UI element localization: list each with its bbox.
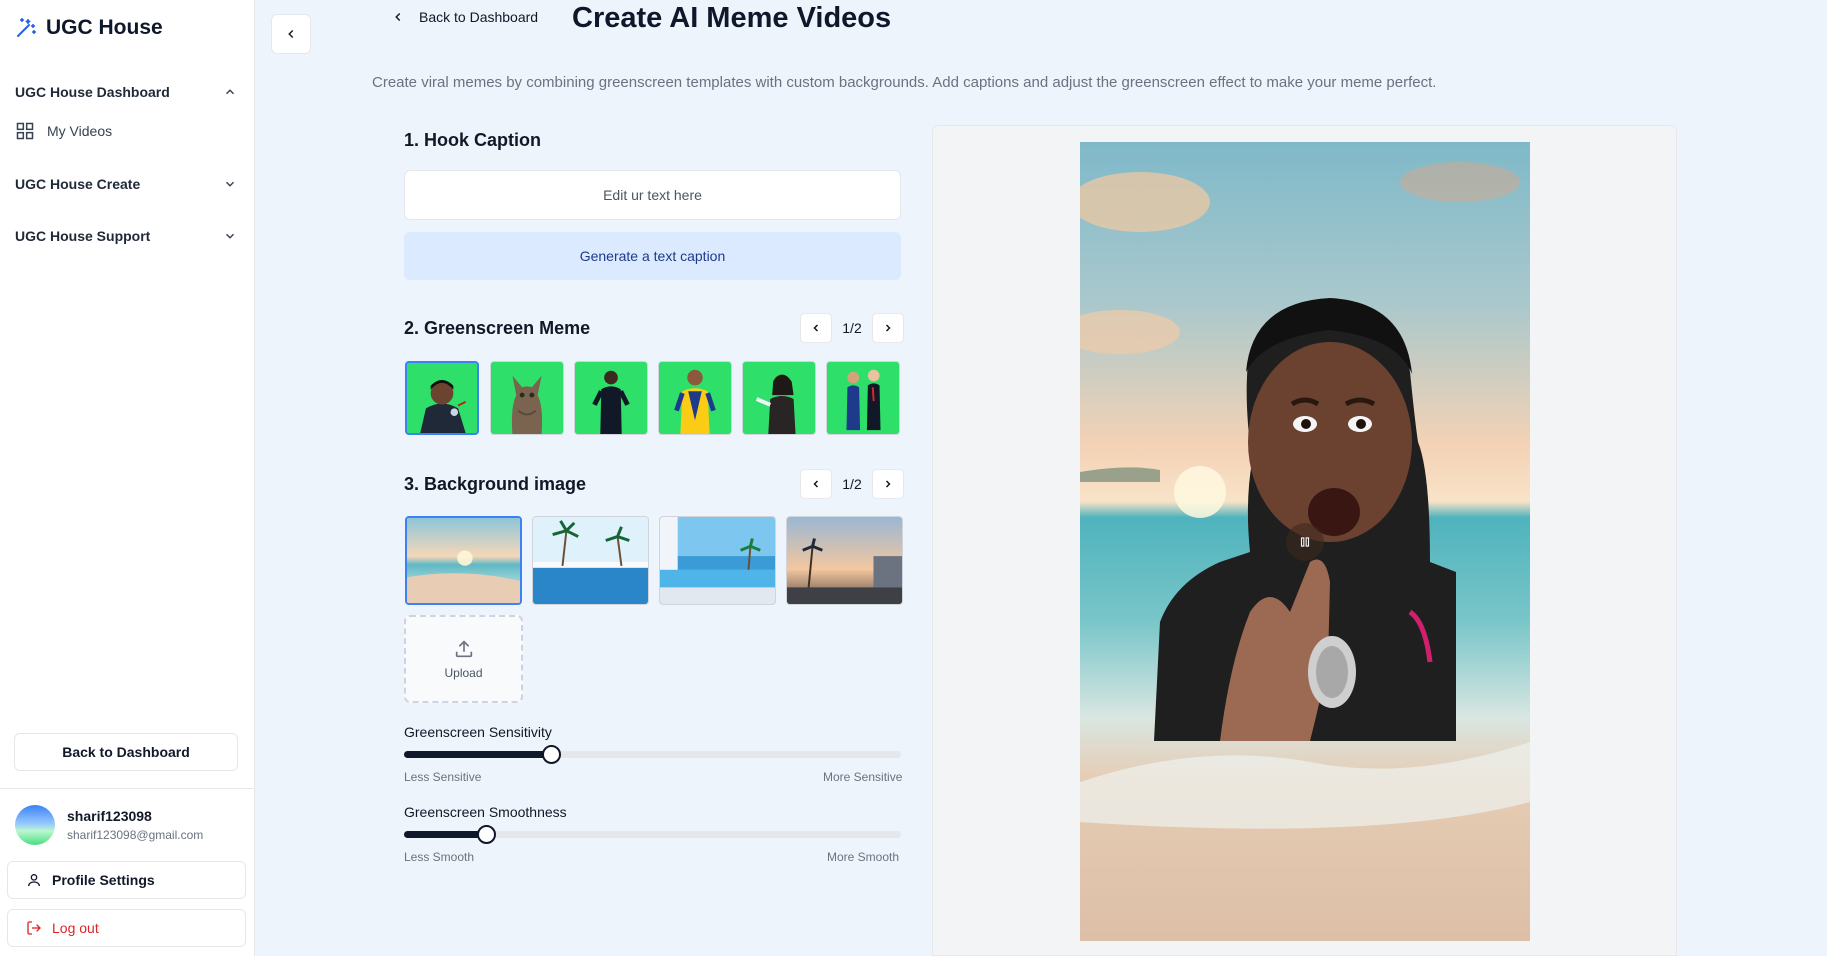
chevron-right-icon xyxy=(885,480,891,488)
sensitivity-slider-fill xyxy=(404,751,551,758)
background-image-title: 3. Background image xyxy=(404,474,587,494)
smoothness-max-label: More Smooth xyxy=(827,850,900,864)
chevron-left-icon xyxy=(288,29,294,39)
back-to-dashboard-link[interactable]: Back to Dashboard xyxy=(391,9,538,25)
nav-section-dashboard[interactable]: UGC House Dashboard xyxy=(15,84,237,100)
greenscreen-meme-title: 2. Greenscreen Meme xyxy=(404,318,591,338)
logout-icon xyxy=(27,921,41,935)
nav-section-label: UGC House Support xyxy=(15,228,151,244)
background-thumb-infinity-pool[interactable] xyxy=(659,516,776,605)
meme-woman-pointing-image xyxy=(743,362,815,434)
palm-street-sunset-image xyxy=(787,517,902,604)
chevron-down-icon xyxy=(225,233,235,239)
smoothness-min-label: Less Smooth xyxy=(404,850,475,864)
chevron-down-icon xyxy=(225,181,235,187)
sensitivity-slider[interactable] xyxy=(404,745,901,764)
sidebar-item-my-videos[interactable]: My Videos xyxy=(15,121,112,141)
chevron-left-icon xyxy=(395,12,401,22)
nav-section-support[interactable]: UGC House Support xyxy=(15,228,237,244)
caption-input[interactable] xyxy=(404,170,901,220)
meme-thumb-man-black-suit[interactable] xyxy=(574,361,648,435)
brand-name: UGC House xyxy=(46,16,163,39)
pool-palms-image xyxy=(533,517,648,604)
chevron-left-icon xyxy=(813,324,819,332)
meme-man-microphone-image xyxy=(407,363,477,433)
upload-background-button[interactable]: Upload xyxy=(404,615,523,703)
smoothness-slider[interactable] xyxy=(404,825,901,844)
nav-section-label: UGC House Dashboard xyxy=(15,84,170,100)
profile-settings-label: Profile Settings xyxy=(52,872,155,888)
pause-icon xyxy=(1300,537,1310,547)
smoothness-label: Greenscreen Smoothness xyxy=(404,804,567,820)
user-icon xyxy=(28,874,40,887)
meme-thumb-cat[interactable] xyxy=(490,361,564,435)
profile-settings-button[interactable]: Profile Settings xyxy=(7,861,246,899)
meme-thumb-man-microphone[interactable] xyxy=(405,361,479,435)
background-next-button[interactable] xyxy=(872,469,904,499)
meme-yellow-costume-image xyxy=(659,362,731,434)
chevron-up-icon xyxy=(225,89,235,95)
sidebar-back-to-dashboard-button[interactable]: Back to Dashboard xyxy=(14,733,238,771)
infinity-pool-image xyxy=(660,517,775,604)
meme-cat-image xyxy=(491,362,563,434)
meme-next-button[interactable] xyxy=(872,313,904,343)
logout-button[interactable]: Log out xyxy=(7,909,246,947)
pause-button[interactable] xyxy=(1286,523,1324,561)
background-pager: 1/2 xyxy=(800,469,904,499)
meme-thumb-two-men-suits[interactable] xyxy=(826,361,900,435)
back-link-label: Back to Dashboard xyxy=(419,9,539,25)
magic-wand-icon xyxy=(17,18,36,37)
background-thumb-palm-street-sunset[interactable] xyxy=(786,516,903,605)
sensitivity-label: Greenscreen Sensitivity xyxy=(404,724,552,740)
logout-label: Log out xyxy=(52,920,99,936)
background-prev-button[interactable] xyxy=(800,469,832,499)
chevron-right-icon xyxy=(885,324,891,332)
upload-label: Upload xyxy=(444,666,483,680)
background-thumb-pool-palms[interactable] xyxy=(532,516,649,605)
background-thumb-beach-sunset[interactable] xyxy=(405,516,522,605)
user-name: sharif123098 xyxy=(67,808,152,824)
sidebar-divider xyxy=(0,788,255,789)
meme-prev-button[interactable] xyxy=(800,313,832,343)
chevron-left-icon xyxy=(813,480,819,488)
meme-man-black-suit-image xyxy=(575,362,647,434)
meme-thumb-woman-pointing[interactable] xyxy=(742,361,816,435)
meme-pager: 1/2 xyxy=(800,313,904,343)
sensitivity-min-label: Less Sensitive xyxy=(404,770,482,784)
smoothness-slider-thumb[interactable] xyxy=(477,825,496,844)
collapse-sidebar-button[interactable] xyxy=(271,14,311,54)
avatar[interactable] xyxy=(15,805,55,845)
page-description: Create viral memes by combining greenscr… xyxy=(372,74,1437,91)
grid-icon xyxy=(16,122,34,140)
meme-two-men-suits-image xyxy=(827,362,899,434)
sidebar: UGC House UGC House Dashboard My Videos … xyxy=(0,0,255,956)
meme-thumb-yellow-costume[interactable] xyxy=(658,361,732,435)
smoothness-slider-fill xyxy=(404,831,486,838)
sensitivity-max-label: More Sensitive xyxy=(823,770,903,784)
sidebar-item-label: My Videos xyxy=(47,123,113,139)
user-email: sharif123098@gmail.com xyxy=(67,828,204,842)
background-page-indicator: 1/2 xyxy=(842,476,862,492)
beach-sunset-image xyxy=(407,518,520,603)
nav-section-label: UGC House Create xyxy=(15,176,141,192)
upload-icon xyxy=(455,640,472,658)
generate-caption-button[interactable]: Generate a text caption xyxy=(404,232,901,280)
meme-page-indicator: 1/2 xyxy=(842,320,862,336)
sensitivity-slider-thumb[interactable] xyxy=(541,745,561,764)
page-title: Create AI Meme Videos xyxy=(572,2,892,34)
hook-caption-title: 1. Hook Caption xyxy=(404,130,542,150)
brand[interactable]: UGC House xyxy=(14,16,163,40)
nav-section-create[interactable]: UGC House Create xyxy=(15,176,237,192)
